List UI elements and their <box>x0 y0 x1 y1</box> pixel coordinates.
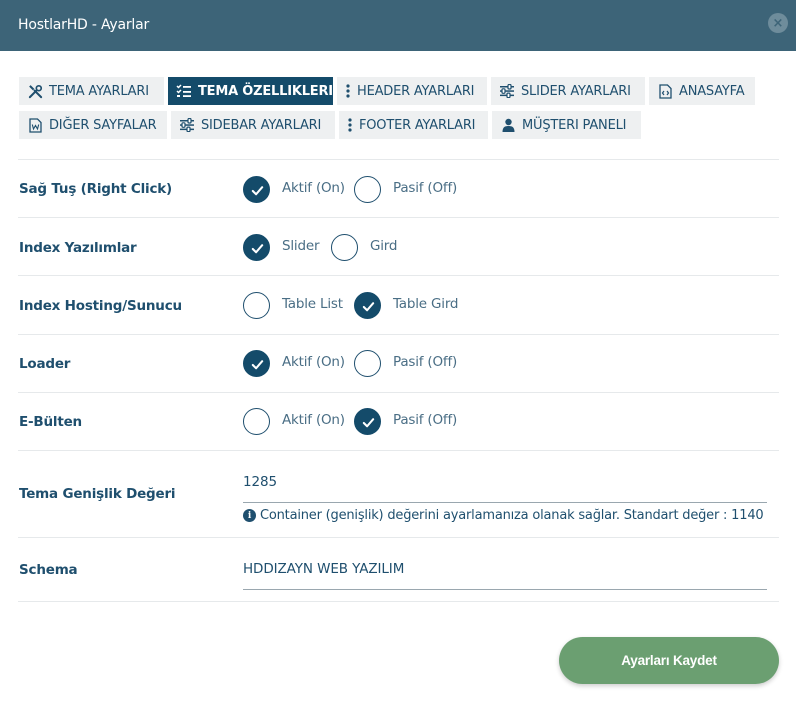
index-posts-gird-label: Gird <box>370 238 398 254</box>
index-posts-slider-label: Slider <box>282 238 320 254</box>
info-icon: i <box>243 509 256 522</box>
tab-tema-ozellikleri[interactable]: TEMA ÖZELLIKLERI <box>168 77 333 105</box>
tab-label: FOOTER AYARLARI <box>359 117 476 133</box>
check-icon <box>251 244 264 254</box>
divider <box>18 159 779 160</box>
divider <box>18 275 779 276</box>
check-icon <box>251 186 264 196</box>
index-posts-label: Index Yazılımlar <box>19 240 137 256</box>
loader-label: Loader <box>19 356 71 372</box>
sliders-icon <box>179 117 195 133</box>
index-hosting-tablegird-radio[interactable] <box>354 292 381 319</box>
index-hosting-tablelist-label: Table List <box>282 296 343 312</box>
tab-label: HEADER AYARLARI <box>357 83 475 99</box>
tab-slider-ayarlari[interactable]: SLIDER AYARLARI <box>491 77 645 105</box>
sliders-icon <box>499 83 515 99</box>
tab-diger-sayfalar[interactable]: DIĞER SAYFALAR <box>19 111 167 139</box>
newsletter-off-radio[interactable] <box>354 408 381 435</box>
schema-underline <box>243 589 767 590</box>
right-click-off-radio[interactable] <box>354 176 381 203</box>
tools-icon <box>27 83 43 99</box>
window-titlebar: HostlarHD - Ayarlar × <box>0 0 796 51</box>
theme-width-help: i Container (genişlik) değerini ayarlama… <box>243 508 764 523</box>
right-click-on-radio[interactable] <box>243 176 270 203</box>
close-icon[interactable]: × <box>768 13 788 33</box>
window-title: HostlarHD - Ayarlar <box>18 17 150 33</box>
word-file-icon <box>27 117 43 133</box>
tab-label: DIĞER SAYFALAR <box>49 117 157 133</box>
newsletter-on-label: Aktif (On) <box>282 412 345 428</box>
tab-sidebar-ayarlari[interactable]: SIDEBAR AYARLARI <box>171 111 335 139</box>
schema-label: Schema <box>19 562 78 578</box>
right-click-on-label: Aktif (On) <box>282 180 345 196</box>
tab-header-ayarlari[interactable]: HEADER AYARLARI <box>337 77 487 105</box>
divider <box>18 217 779 218</box>
loader-off-radio[interactable] <box>354 350 381 377</box>
tab-label: TEMA AYARLARI <box>49 83 149 99</box>
theme-width-underline <box>243 502 767 503</box>
loader-on-label: Aktif (On) <box>282 354 345 370</box>
vertical-dots-icon <box>345 83 351 99</box>
theme-width-label: Tema Genişlik Değeri <box>19 486 176 502</box>
tab-tema-ayarlari[interactable]: TEMA AYARLARI <box>19 77 164 105</box>
tab-label: SLIDER AYARLARI <box>521 83 631 99</box>
index-hosting-tablelist-radio[interactable] <box>243 292 270 319</box>
user-icon <box>500 117 516 133</box>
save-button[interactable]: Ayarları Kaydet <box>559 637 779 684</box>
right-click-label: Sağ Tuş (Right Click) <box>19 181 173 197</box>
code-file-icon <box>657 83 673 99</box>
theme-width-input[interactable]: 1285 <box>243 474 277 490</box>
vertical-dots-icon <box>347 117 353 133</box>
divider <box>18 392 779 393</box>
right-click-off-label: Pasif (Off) <box>393 180 458 196</box>
tab-anasayfa[interactable]: ANASAYFA <box>649 77 755 105</box>
newsletter-on-radio[interactable] <box>243 408 270 435</box>
loader-off-label: Pasif (Off) <box>393 354 458 370</box>
tab-label: MÜŞTERI PANELI <box>522 117 627 133</box>
index-posts-slider-radio[interactable] <box>243 234 270 261</box>
tab-label: ANASAYFA <box>679 83 745 99</box>
check-icon <box>362 302 375 312</box>
index-hosting-label: Index Hosting/Sunucu <box>19 298 182 314</box>
newsletter-off-label: Pasif (Off) <box>393 412 458 428</box>
theme-width-help-text: Container (genişlik) değerini ayarlamanı… <box>260 508 764 523</box>
tab-label: SIDEBAR AYARLARI <box>201 117 322 133</box>
check-icon <box>362 418 375 428</box>
loader-on-radio[interactable] <box>243 350 270 377</box>
tab-label: TEMA ÖZELLIKLERI <box>198 83 333 99</box>
schema-input[interactable]: HDDIZAYN WEB YAZILIM <box>243 561 404 577</box>
divider <box>18 334 779 335</box>
newsletter-label: E-Bülten <box>19 414 82 430</box>
tab-footer-ayarlari[interactable]: FOOTER AYARLARI <box>339 111 488 139</box>
divider <box>18 450 779 451</box>
tab-musteri-paneli[interactable]: MÜŞTERI PANELI <box>492 111 641 139</box>
list-check-icon <box>176 83 192 99</box>
check-icon <box>251 360 264 370</box>
divider <box>18 601 779 602</box>
divider <box>18 537 779 538</box>
index-posts-gird-radio[interactable] <box>331 234 358 261</box>
index-hosting-tablegird-label: Table Gird <box>393 296 459 312</box>
